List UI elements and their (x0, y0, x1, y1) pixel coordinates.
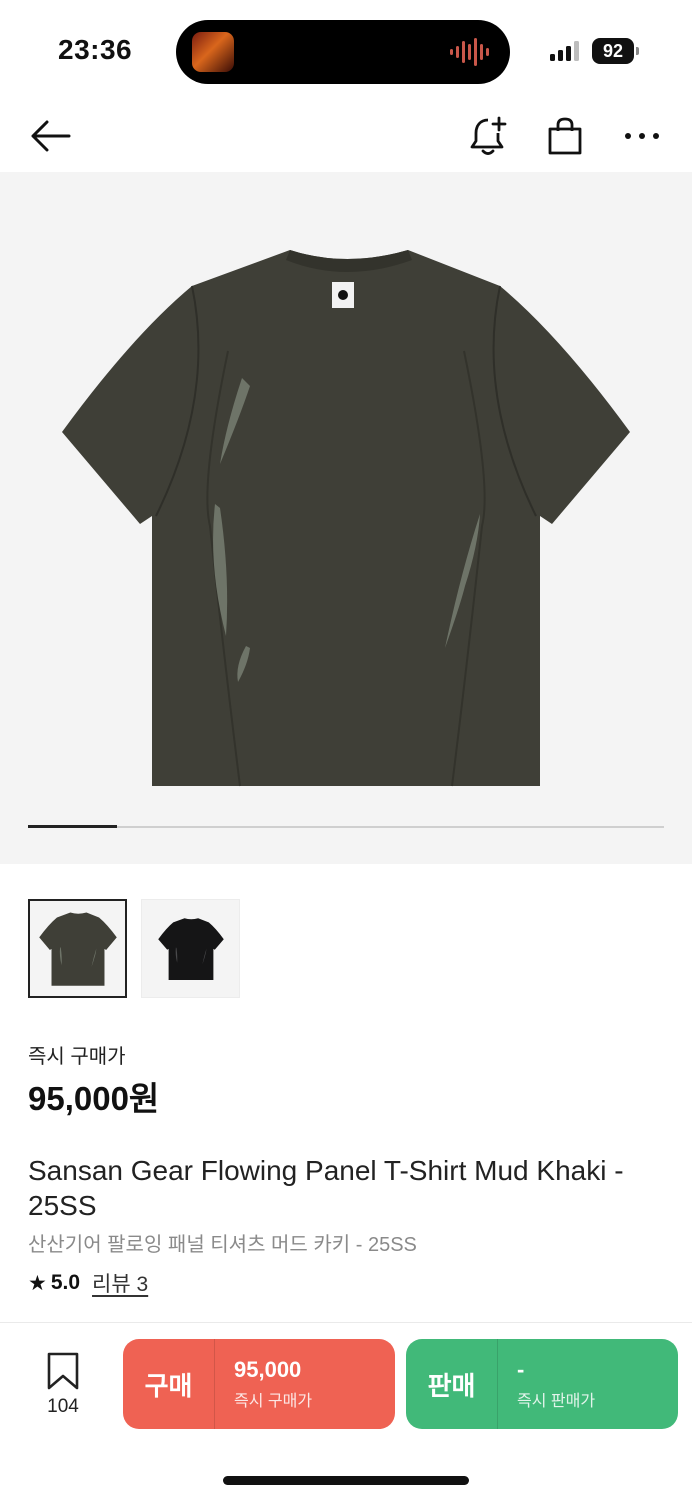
thumbnail-black[interactable] (141, 899, 240, 998)
audio-waveform-icon (450, 38, 489, 66)
instant-buy-price-label: 즉시 구매가 (28, 1046, 126, 1068)
thumbnail-mud-khaki[interactable] (28, 899, 127, 998)
product-title-en: Sansan Gear Flowing Panel T-Shirt Mud Kh… (28, 1155, 624, 1221)
product-title-ko: 산산기어 팔로잉 패널 티셔츠 머드 카키 - 25SS (28, 1234, 417, 1256)
product-image (62, 250, 630, 787)
product-image-carousel[interactable] (0, 172, 692, 864)
wishlist-count: 104 (47, 1396, 79, 1417)
buy-info: 95,000 즉시 구매가 (215, 1357, 312, 1411)
more-options-button[interactable] (618, 112, 666, 160)
sell-sub-label: 즉시 판매가 (517, 1393, 596, 1410)
shopping-bag-icon (548, 117, 582, 155)
bell-plus-icon (470, 116, 507, 155)
battery-icon: 92 (592, 38, 639, 64)
cellular-signal-icon (550, 41, 579, 61)
thumbnail-image (38, 912, 117, 986)
home-indicator[interactable] (223, 1476, 469, 1485)
buy-label: 구매 (144, 1370, 193, 1401)
review-link[interactable]: 리뷰 3 (92, 1268, 148, 1298)
product-detail-screen: 23:36 92 즉시 구매가 95,000원 Sansan Gear Flow… (0, 0, 692, 1500)
sell-label: 판매 (427, 1370, 476, 1401)
arrow-left-icon (31, 120, 71, 152)
divider (0, 1322, 692, 1323)
instant-buy-price: 95,000원 (28, 1080, 160, 1117)
thumbnail-image (157, 917, 224, 980)
sell-button[interactable]: 판매 - 즉시 판매가 (406, 1339, 678, 1429)
buy-price: 95,000 (234, 1357, 302, 1382)
price-alert-button[interactable] (464, 112, 512, 160)
buy-sub-label: 즉시 구매가 (234, 1393, 313, 1410)
buy-button[interactable]: 구매 95,000 즉시 구매가 (123, 1339, 395, 1429)
status-indicators: 92 (550, 38, 639, 64)
dynamic-island[interactable] (176, 20, 510, 84)
rating-score: 5.0 (50, 1271, 81, 1294)
now-playing-app-icon (192, 32, 234, 72)
wishlist-button[interactable]: 104 (40, 1352, 86, 1418)
status-bar: 23:36 92 (0, 0, 692, 100)
thumbnail-list (28, 899, 240, 998)
image-progress-bar (28, 825, 664, 828)
back-button[interactable] (26, 112, 74, 160)
more-horizontal-icon (625, 133, 659, 139)
status-time: 23:36 (58, 34, 133, 65)
bookmark-icon (47, 1352, 79, 1390)
sell-info: - 즉시 판매가 (498, 1357, 595, 1411)
image-progress-fill (28, 825, 118, 828)
star-icon: ★ (28, 1271, 47, 1295)
shopping-bag-button[interactable] (541, 112, 589, 160)
sell-price: - (517, 1357, 525, 1382)
rating-row: ★ 5.0 리뷰 3 (28, 1268, 148, 1298)
top-nav-bar (0, 100, 692, 172)
